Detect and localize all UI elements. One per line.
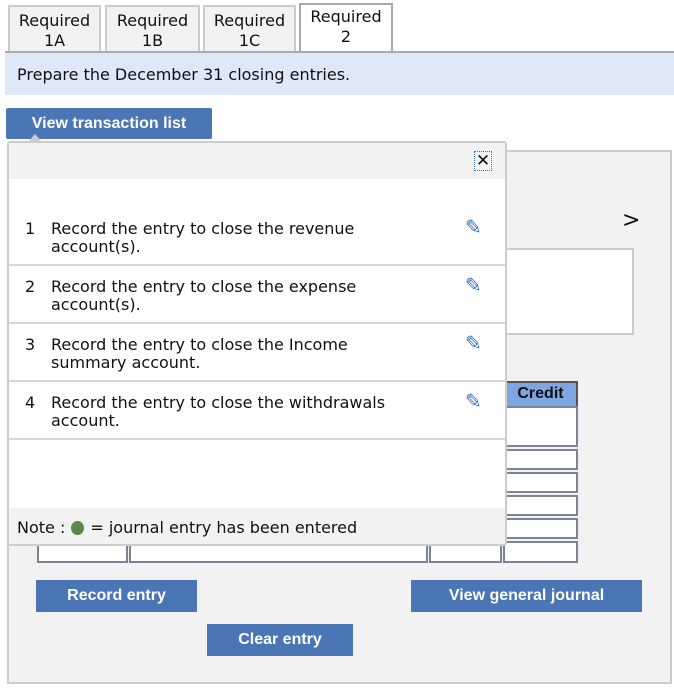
legend-note: Note : = journal entry has been entered: [9, 508, 505, 544]
close-icon[interactable]: ✕: [474, 151, 492, 171]
clear-entry-button[interactable]: Clear entry: [207, 624, 353, 656]
credit-input[interactable]: [503, 518, 578, 539]
transaction-item[interactable]: 2 Record the entry to close the expense a…: [9, 266, 505, 324]
tab-required-1b[interactable]: Required 1B: [105, 5, 200, 52]
credit-input[interactable]: [503, 406, 578, 447]
tab-required-1a[interactable]: Required 1A: [8, 5, 101, 52]
pencil-icon[interactable]: ✎: [465, 333, 482, 353]
credit-input[interactable]: [503, 472, 578, 493]
credit-input[interactable]: [503, 495, 578, 516]
transaction-item[interactable]: 1 Record the entry to close the revenue a…: [9, 208, 505, 266]
pencil-icon[interactable]: ✎: [465, 217, 482, 237]
tab-required-1c[interactable]: Required 1C: [203, 5, 296, 52]
credit-header: Credit: [503, 381, 578, 406]
transaction-item[interactable]: 4 Record the entry to close the withdrawa…: [9, 382, 505, 440]
transaction-item[interactable]: 3 Record the entry to close the Income su…: [9, 324, 505, 382]
view-general-journal-button[interactable]: View general journal: [411, 580, 642, 612]
credit-input[interactable]: [503, 541, 578, 563]
record-entry-button[interactable]: Record entry: [36, 580, 197, 612]
entered-dot-icon: [71, 521, 85, 535]
pencil-icon[interactable]: ✎: [465, 391, 482, 411]
instruction-banner: Prepare the December 31 closing entries.: [5, 53, 674, 95]
credit-input[interactable]: [503, 449, 578, 470]
popup-pointer: [28, 134, 42, 142]
next-chevron-icon[interactable]: >: [622, 208, 640, 233]
popup-header: [9, 143, 505, 179]
tab-required-2[interactable]: Required 2: [299, 3, 393, 53]
pencil-icon[interactable]: ✎: [465, 275, 482, 295]
